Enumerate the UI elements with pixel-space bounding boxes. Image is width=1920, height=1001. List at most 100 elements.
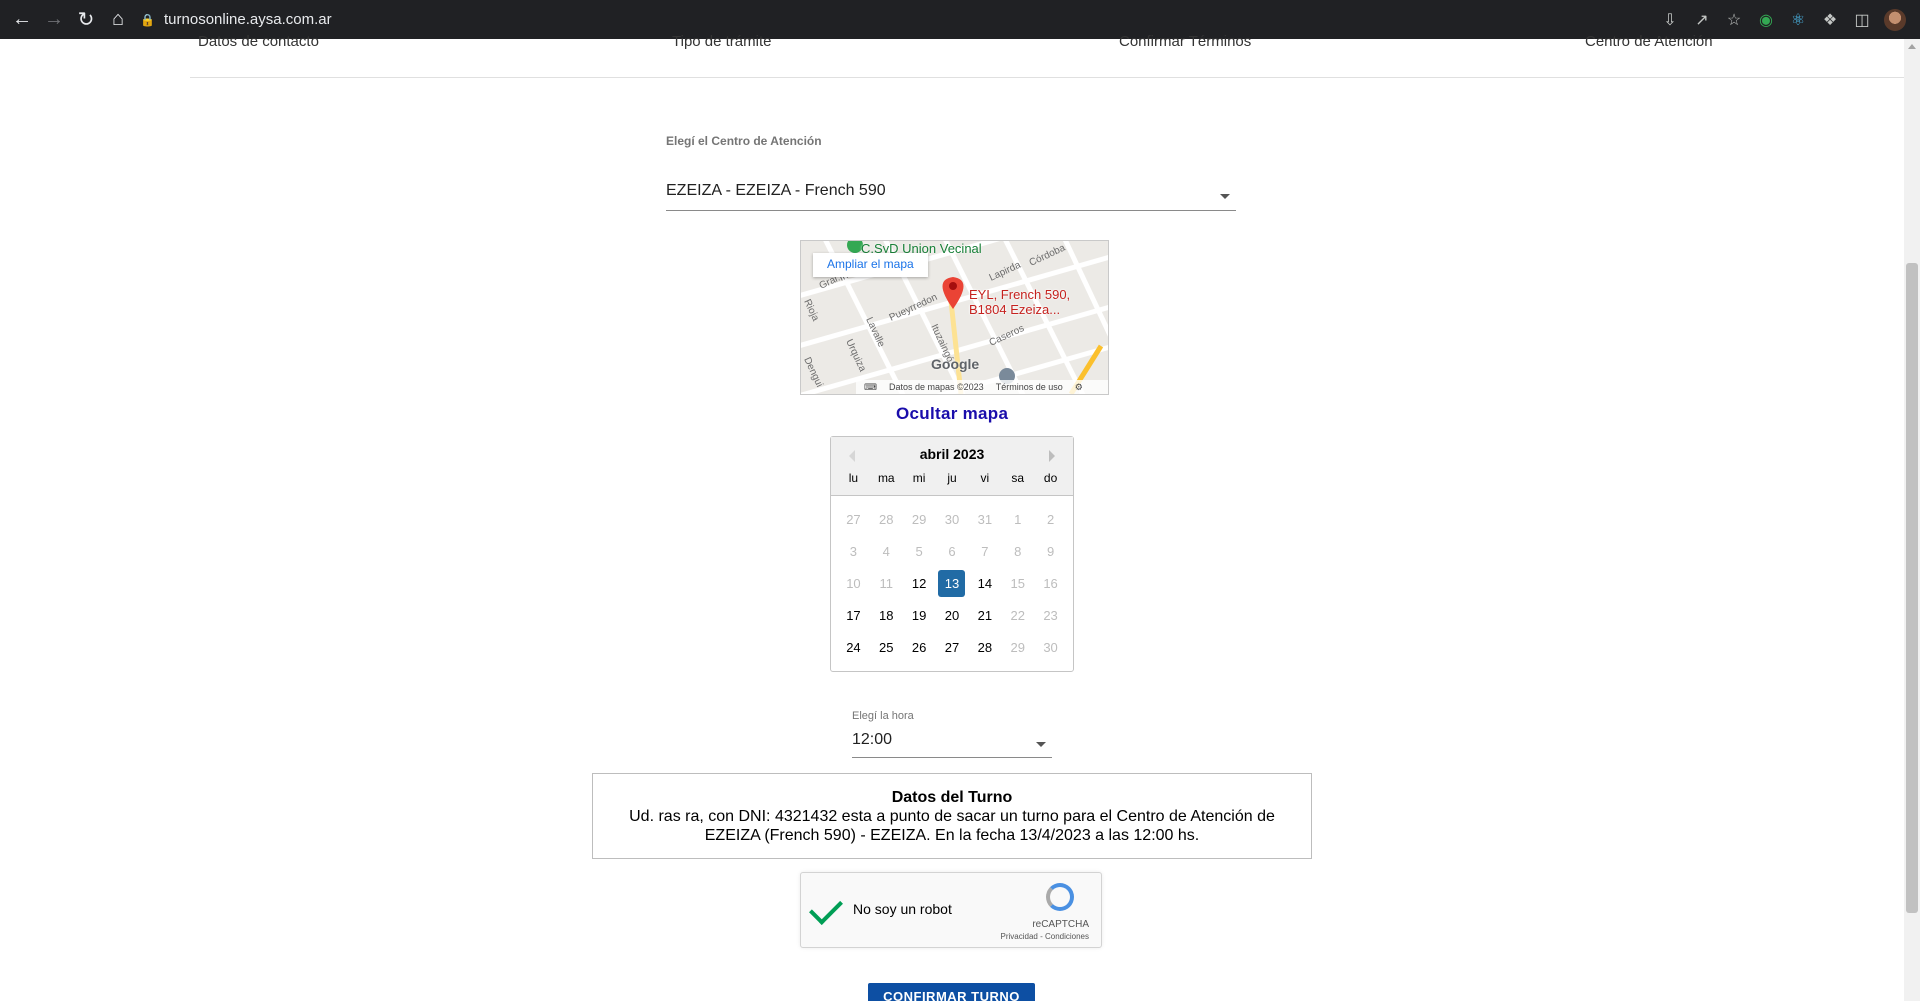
calendar-day-number: 29 (911, 511, 927, 527)
calendar-day: 22 (1001, 599, 1034, 631)
url-text: turnosonline.aysa.com.ar (164, 11, 332, 28)
calendar-day-number: 28 (879, 511, 894, 527)
calendar-days: 27 28 29 30 31 1 2 3 4 5 6 7 8 9 10 11 12 13 14 15 16 17 18 19 2… (837, 503, 1067, 663)
svg-text:Dengui: Dengui (801, 356, 824, 389)
recaptcha-brand: reCAPTCHA (1032, 919, 1089, 930)
location-map[interactable]: Gral. Indepe Pueyrredon Ituzaingó Lavall… (800, 240, 1109, 395)
bookmark-star-icon[interactable]: ☆ (1718, 4, 1750, 36)
calendar-day[interactable]: 20 (936, 599, 969, 631)
calendar-day-number: 25 (879, 639, 894, 655)
calendar-day-number: 6 (948, 543, 956, 559)
calendar-day: 30 (1034, 631, 1067, 663)
calendar-day: 9 (1034, 535, 1067, 567)
calendar-day: 15 (1001, 567, 1034, 599)
calendar-day: 23 (1034, 599, 1067, 631)
calendar-day-number: 4 (882, 543, 890, 559)
step-confirm-terms: Confirmar Términos (1119, 33, 1252, 50)
scroll-up-icon[interactable] (1908, 44, 1916, 49)
calendar-day-selected[interactable]: 13 (936, 567, 969, 599)
calendar-day-number: 8 (1014, 543, 1022, 559)
svg-text:Rioja: Rioja (801, 298, 821, 324)
calendar-day: 29 (903, 503, 936, 535)
calendar-day-number: 20 (944, 607, 960, 623)
calendar-day-number: 27 (944, 639, 960, 655)
weekday-label: ju (947, 471, 957, 485)
progress-steps: Datos de contacto Tipo de trámite Confir… (190, 33, 1904, 78)
weekday-label: sa (1011, 471, 1025, 485)
calendar-day[interactable]: 26 (903, 631, 936, 663)
calendar-day: 7 (968, 535, 1001, 567)
share-icon[interactable]: ↗ (1686, 4, 1718, 36)
calendar-day-number: 18 (879, 607, 894, 623)
calendar-day-number: 14 (977, 575, 993, 591)
extensions-puzzle-icon[interactable]: ❖ (1814, 4, 1846, 36)
calendar-day-number: 7 (981, 543, 989, 559)
forward-icon[interactable]: → (38, 4, 70, 36)
appointment-summary-title: Datos del Turno (891, 789, 1013, 806)
calendar-day: 2 (1034, 503, 1067, 535)
extension-react-icon[interactable]: ⚛ (1782, 4, 1814, 36)
calendar-day[interactable]: 24 (837, 631, 870, 663)
confirm-appointment-button[interactable]: CONFIRMAR TURNO (868, 983, 1035, 1001)
calendar-day[interactable]: 21 (968, 599, 1001, 631)
dropdown-caret-icon (1036, 742, 1046, 747)
center-label: Elegí el Centro de Atención (666, 134, 822, 148)
hide-map-link[interactable]: Ocultar mapa (896, 404, 1008, 424)
side-panel-icon[interactable]: ◫ (1846, 4, 1878, 36)
calendar-day-number: 22 (1010, 607, 1025, 623)
svg-text:Caseros: Caseros (988, 323, 1026, 349)
scrollbar-thumb[interactable] (1906, 263, 1918, 913)
recaptcha-links[interactable]: Privacidad - Condiciones (1001, 932, 1090, 941)
calendar-day-number: 2 (1046, 511, 1055, 527)
map-terms-link[interactable]: Términos de uso (996, 382, 1063, 392)
calendar-day: 27 (837, 503, 870, 535)
calendar-day: 4 (870, 535, 903, 567)
next-month-icon[interactable] (1049, 450, 1055, 462)
calendar-day-number: 16 (1043, 575, 1058, 591)
date-picker: abril 2023 lu ma mi ju vi sa do 27 28 29 30 31 1 2 3 4… (830, 436, 1074, 672)
lock-icon: 🔒 (140, 12, 155, 27)
calendar-day[interactable]: 28 (968, 631, 1001, 663)
calendar-day: 3 (837, 535, 870, 567)
install-icon[interactable]: ⇩ (1654, 4, 1686, 36)
hour-select[interactable]: 12:00 (852, 731, 1052, 758)
calendar-day-number: 26 (911, 639, 927, 655)
calendar-day[interactable]: 17 (837, 599, 870, 631)
calendar-day: 16 (1034, 567, 1067, 599)
calendar-day[interactable]: 27 (936, 631, 969, 663)
calendar-day[interactable]: 12 (903, 567, 936, 599)
calendar-day-number: 28 (977, 639, 993, 655)
google-logo: Google (931, 356, 980, 372)
calendar-day: 31 (968, 503, 1001, 535)
page-scrollbar[interactable] (1904, 39, 1920, 1001)
keyboard-shortcuts-icon[interactable]: ⌨ (864, 382, 877, 393)
calendar-day-number: 24 (846, 639, 861, 655)
calendar-header: abril 2023 lu ma mi ju vi sa do (831, 437, 1073, 496)
map-settings-icon[interactable]: ⚙ (1075, 382, 1083, 393)
enlarge-map-link[interactable]: Ampliar el mapa (813, 253, 928, 277)
checkmark-icon[interactable] (809, 891, 843, 925)
calendar-day[interactable]: 18 (870, 599, 903, 631)
center-select[interactable]: EZEIZA - EZEIZA - French 590 (666, 182, 1236, 211)
step-procedure-type: Tipo de trámite (672, 33, 772, 50)
extension-green-icon[interactable]: ◉ (1750, 4, 1782, 36)
profile-avatar[interactable] (1884, 8, 1906, 31)
calendar-day-number: 3 (849, 543, 858, 559)
appointment-summary: Datos del Turno Ud. ras ra, con DNI: 432… (592, 773, 1312, 859)
back-icon[interactable]: ← (6, 4, 38, 36)
calendar-day[interactable]: 19 (903, 599, 936, 631)
calendar-day-number: 9 (1046, 543, 1055, 559)
appointment-summary-text: Ud. ras ra, con DNI: 4321432 esta a punt… (629, 808, 1275, 844)
home-icon[interactable]: ⌂ (102, 4, 134, 36)
calendar-day-number: 10 (846, 575, 861, 591)
reload-icon[interactable]: ↻ (70, 4, 102, 36)
svg-text:Córdoba: Córdoba (1028, 242, 1068, 268)
calendar-day[interactable]: 14 (968, 567, 1001, 599)
calendar-day[interactable]: 25 (870, 631, 903, 663)
calendar-day-number: 5 (915, 543, 923, 559)
step-service-center: Centro de Atención (1585, 33, 1713, 50)
map-pin-line1: EYL, French 590, (969, 287, 1071, 302)
address-bar[interactable]: 🔒 turnosonline.aysa.com.ar (140, 4, 1620, 35)
recaptcha-logo-icon (1046, 883, 1074, 911)
center-selected-value: EZEIZA - EZEIZA - French 590 (666, 182, 886, 199)
